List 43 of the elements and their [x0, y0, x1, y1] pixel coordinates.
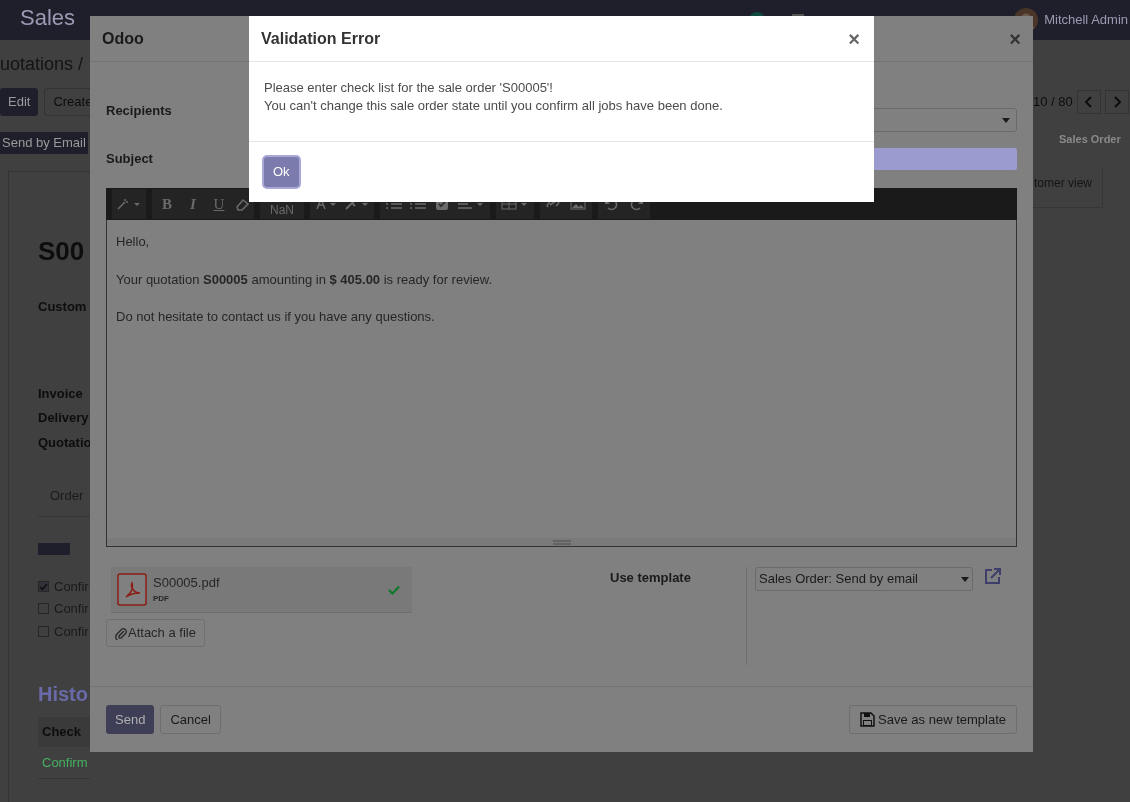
- check-icon: [39, 581, 48, 591]
- body-paragraph: Your quotation S00005 amounting in $ 405.00 is ready for review.: [116, 270, 494, 289]
- send-email-button[interactable]: Send by Email: [0, 132, 88, 154]
- template-select[interactable]: Sales Order: Send by email: [755, 567, 973, 591]
- format-button[interactable]: B: [156, 192, 178, 216]
- editor-area[interactable]: Hello, Your quotation S00005 amounting in $ 405.00 is ready for review. Do not hesitate to contact us if you have any questions.: [106, 220, 1017, 547]
- dialog-title: Odoo: [102, 28, 144, 49]
- attachment-name: S00005.pdf: [153, 574, 220, 592]
- checkbox[interactable]: [38, 580, 49, 592]
- checkbox[interactable]: [38, 625, 49, 637]
- resize-handle-icon[interactable]: [552, 539, 571, 545]
- format-button[interactable]: I: [182, 192, 204, 216]
- close-button[interactable]: ×: [848, 23, 860, 54]
- save-template-button[interactable]: Save as new template: [849, 705, 1017, 734]
- checkbox[interactable]: [38, 603, 49, 615]
- field-label: Subject: [106, 150, 154, 169]
- cancel-button[interactable]: Cancel: [160, 705, 221, 734]
- eraser-icon[interactable]: [234, 197, 250, 211]
- external-link-icon[interactable]: [983, 567, 1003, 585]
- app-name[interactable]: Sales: [20, 0, 76, 34]
- send-button[interactable]: Send: [106, 705, 155, 734]
- ok-button[interactable]: Ok: [264, 157, 299, 187]
- user-menu[interactable]: Mitchell Admin: [1044, 10, 1128, 30]
- caret-icon: [961, 576, 969, 582]
- format-button[interactable]: U: [208, 192, 230, 216]
- close-button[interactable]: ×: [1009, 23, 1021, 54]
- pdf-file-icon: [117, 573, 147, 606]
- magic-wand-icon[interactable]: [116, 197, 142, 211]
- error-message: Please enter check list for the sale order 'S00005'!: [264, 79, 554, 97]
- edit-button[interactable]: Edit: [0, 88, 39, 116]
- caret-icon: [1002, 117, 1010, 123]
- body-paragraph: Hello,: [116, 233, 151, 251]
- body-paragraph: Do not hesitate to contact us if you have any questions.: [116, 308, 436, 326]
- paperclip-icon: [115, 626, 127, 640]
- field-label: Use template: [609, 569, 692, 587]
- status-stage[interactable]: Sales Order: [1033, 131, 1130, 148]
- field-label: Recipients: [106, 102, 173, 121]
- dialog-title: Validation Error: [261, 28, 381, 49]
- error-message: You can't change this sale order state until you confirm all jobs have been done.: [264, 97, 724, 115]
- attach-file-button[interactable]: Attach a file: [106, 619, 205, 647]
- attachment-card[interactable]: S00005.pdf PDF: [111, 567, 412, 613]
- attachment-type: PDF: [153, 594, 170, 605]
- section-heading: Histo: [38, 682, 88, 707]
